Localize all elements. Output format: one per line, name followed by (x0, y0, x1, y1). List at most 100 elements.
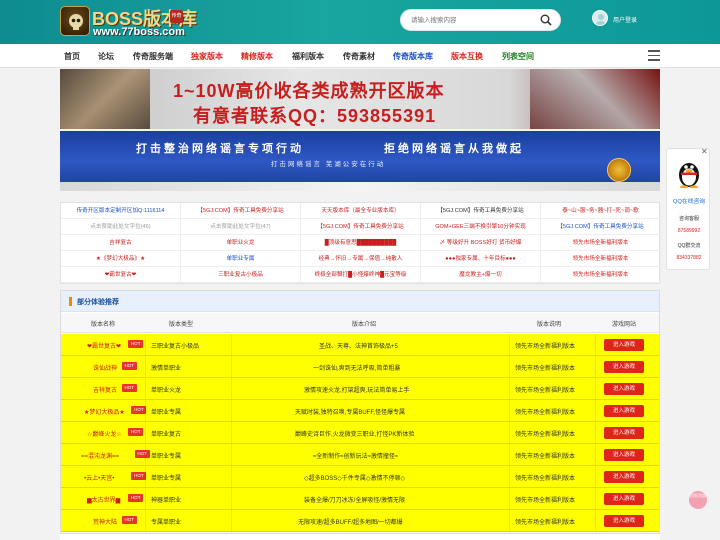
column-divider (595, 510, 596, 531)
enter-game-button[interactable]: 进入游戏 (604, 383, 644, 395)
site-logo[interactable]: BOSS版本库 www.77boss.com 传奇 (60, 5, 197, 39)
qq-consult-widget[interactable]: ✕ QQ在线咨询 咨询客服 87589992 QQ群交流 834337882 (666, 147, 710, 270)
sponsor-link[interactable]: 吉祥复古 (61, 235, 181, 251)
sponsor-links-grid: 传奇开区版本定制开区加Q:1116114 【5GJ.COM】传奇工具免费分享站 天天… (60, 202, 661, 284)
nav-server[interactable]: 传奇服务端 (133, 51, 173, 62)
banner-rumor-sub: 打击网络谣言 芜湖公安在行动 (271, 161, 386, 168)
search-box (400, 9, 561, 31)
banner-rumor[interactable]: 打击整治网络谣言专项行动 拒绝网络谣言从我做起 打击网络谣言 芜湖公安在行动 (60, 131, 660, 191)
nav-library[interactable]: 传奇版本库 (393, 51, 433, 62)
game-intro: 巅峰史诗巨作,火龙微变三职业,打怪PK新体验 (295, 432, 415, 438)
game-desc: 领先市场全新福利版本 (515, 410, 576, 416)
nav-material[interactable]: 传奇素材 (343, 51, 375, 62)
qq-group-number[interactable]: 834337882 (669, 255, 709, 261)
warrior-art-right (530, 69, 660, 129)
search-icon[interactable] (540, 14, 552, 26)
enter-game-button[interactable]: 进入游戏 (604, 405, 644, 417)
sponsor-link[interactable]: 〆 等级好升 BOSS好打 货币好爆 (421, 235, 541, 251)
sponsor-link[interactable]: 终极全部飘打█小怪爆终神█元宝等级 (301, 267, 421, 283)
game-type: 单职业复古 (151, 432, 182, 438)
game-type: 神器单职业 (151, 498, 182, 504)
sponsor-link[interactable]: 天天版本库（最全专业版本库） (301, 203, 421, 219)
qq-service-number[interactable]: 87589992 (669, 228, 709, 234)
main-nav: 首页 论坛 传奇服务端 独家版本 精修版本 福利版本 传奇素材 传奇版本库 版本… (0, 44, 720, 68)
sponsor-link[interactable]: 魔龙教主+爆一切 (421, 267, 541, 283)
enter-game-button[interactable]: 进入游戏 (604, 449, 644, 461)
table-row: ☆巅峰火龙☆ HOT 单职业复古 巅峰史诗巨作,火龙微变三职业,打怪PK新体验 领先市场… (61, 422, 659, 444)
table-row: 诛仙战神 HOT 激情单职业 一剑诛仙,爽到无法呼吸,简单粗暴 领先市场全新福利版本 进入… (61, 356, 659, 378)
column-divider (509, 444, 510, 465)
sponsor-link[interactable]: 传奇开区版本定制开区加Q:1116114 (61, 203, 181, 219)
game-name[interactable]: ★梦幻大极品★ (84, 407, 125, 416)
game-desc: 领先市场全新福利版本 (515, 454, 576, 460)
back-to-top-button[interactable]: 回到顶部 (689, 491, 707, 509)
column-divider (145, 334, 146, 355)
sponsor-link[interactable]: 单职业专属 (181, 251, 301, 267)
nav-list[interactable]: 列表空间 (502, 51, 534, 62)
column-divider (145, 488, 146, 509)
game-name[interactable]: ☆巅峰火龙☆ (87, 429, 122, 438)
game-desc: 领先市场全新福利版本 (515, 344, 576, 350)
game-name[interactable]: ▆太古世界▆ (87, 495, 120, 504)
nav-forum[interactable]: 论坛 (98, 51, 114, 62)
game-desc: 领先市场全新福利版本 (515, 366, 576, 372)
banner-recruit[interactable]: 1~10W高价收各类成熟开区版本 有意者联系QQ：593855391 (60, 69, 660, 129)
qq-service-label: 咨询客服 (678, 216, 699, 222)
table-row: ❤霸世复古❤ HOT 三职业复古小极品 圣战、天尊、法神首饰极品+5 领先市场全新福利版… (61, 334, 659, 356)
enter-game-button[interactable]: 进入游戏 (604, 493, 644, 505)
table-row: ▆太古世界▆ HOT 神器单职业 装备全爆/刀刀冰冻/全屏吸怪/激情无限 领先市场全新福… (61, 488, 659, 510)
game-desc: 领先市场全新福利版本 (515, 476, 576, 482)
sponsor-link[interactable]: ❤霸世复古❤ (61, 267, 181, 283)
sponsor-link[interactable]: 三职业复古小极品 (181, 267, 301, 283)
sponsor-link[interactable]: 单职业火龙 (181, 235, 301, 251)
enter-game-button[interactable]: 进入游戏 (604, 515, 644, 527)
enter-game-button[interactable]: 进入游戏 (604, 427, 644, 439)
nav-home[interactable]: 首页 (64, 51, 80, 62)
nav-welfare[interactable]: 福利版本 (292, 51, 324, 62)
sponsor-link[interactable]: 点击赞助此处文字位(47) (181, 219, 301, 235)
sponsor-link[interactable]: 领先市场全新福利版本 (541, 235, 661, 251)
column-divider (145, 510, 146, 531)
sponsor-link[interactable]: 领先市场全新福利版本 (541, 251, 661, 267)
hot-badge: HOT (128, 494, 144, 502)
game-name[interactable]: 吉祥复古 (93, 385, 117, 394)
column-divider (509, 488, 510, 509)
banner-recruit-line2: 有意者联系QQ：593855391 (193, 106, 437, 126)
column-divider (595, 400, 596, 421)
sponsor-link[interactable]: ★《梦幻大极品》★ (61, 251, 181, 267)
sponsor-link[interactable]: 【5GJ.COM】传奇工具免费分享站 (301, 219, 421, 235)
qq-widget-title: QQ在线咨询 (672, 199, 706, 205)
nav-refined[interactable]: 精修版本 (241, 51, 273, 62)
column-divider (595, 356, 596, 377)
nav-exchange[interactable]: 版本互换 (451, 51, 483, 62)
sponsor-link[interactable]: GOM+GEE三端不换引擎10分钟实现 (421, 219, 541, 235)
sponsor-link[interactable]: ●●●独家专属、十年目标●●● (421, 251, 541, 267)
game-name[interactable]: •云上•天宫• (84, 473, 114, 482)
hot-badge: HOT (121, 362, 137, 370)
column-divider (509, 466, 510, 487)
enter-game-button[interactable]: 进入游戏 (604, 361, 644, 373)
sponsor-link[interactable]: 经典→怀旧→专属→保值→纯散人 (301, 251, 421, 267)
nav-exclusive[interactable]: 独家版本 (191, 51, 223, 62)
sponsor-link[interactable]: 泰~山~服~务~器~打~死~调~歌 (541, 203, 661, 219)
game-name[interactable]: 诛仙战神 (93, 363, 117, 372)
sponsor-link[interactable]: █顶级有意思██████████ (301, 235, 421, 251)
qq-group-label: QQ群交流 (677, 243, 701, 249)
enter-game-button[interactable]: 进入游戏 (604, 339, 644, 351)
enter-game-button[interactable]: 进入游戏 (604, 471, 644, 483)
game-name[interactable]: 荒神大陆 (93, 517, 117, 526)
sponsor-link[interactable]: 【5GJ.COM】传奇工具免费分享站 (181, 203, 301, 219)
game-name[interactable]: ==混沌龙渊== (81, 451, 119, 460)
sponsor-link[interactable]: 【5GJ.COM】传奇工具免费分享站 (541, 219, 661, 235)
column-divider (145, 422, 146, 443)
sponsor-link[interactable]: 点击赞助此处文字位(46) (61, 219, 181, 235)
close-icon[interactable]: ✕ (701, 147, 708, 156)
column-divider (231, 422, 232, 443)
sponsor-link[interactable]: 【5GJ.COM】传奇工具免费分享站 (421, 203, 541, 219)
game-name[interactable]: ❤霸世复古❤ (87, 341, 121, 350)
search-input[interactable] (411, 14, 531, 27)
hamburger-menu-icon[interactable] (648, 50, 660, 61)
banner-recruit-line1: 1~10W高价收各类成熟开区版本 (173, 81, 445, 101)
sponsor-link[interactable]: 领先市场全新福利版本 (541, 267, 661, 283)
warrior-art-left (60, 69, 150, 129)
